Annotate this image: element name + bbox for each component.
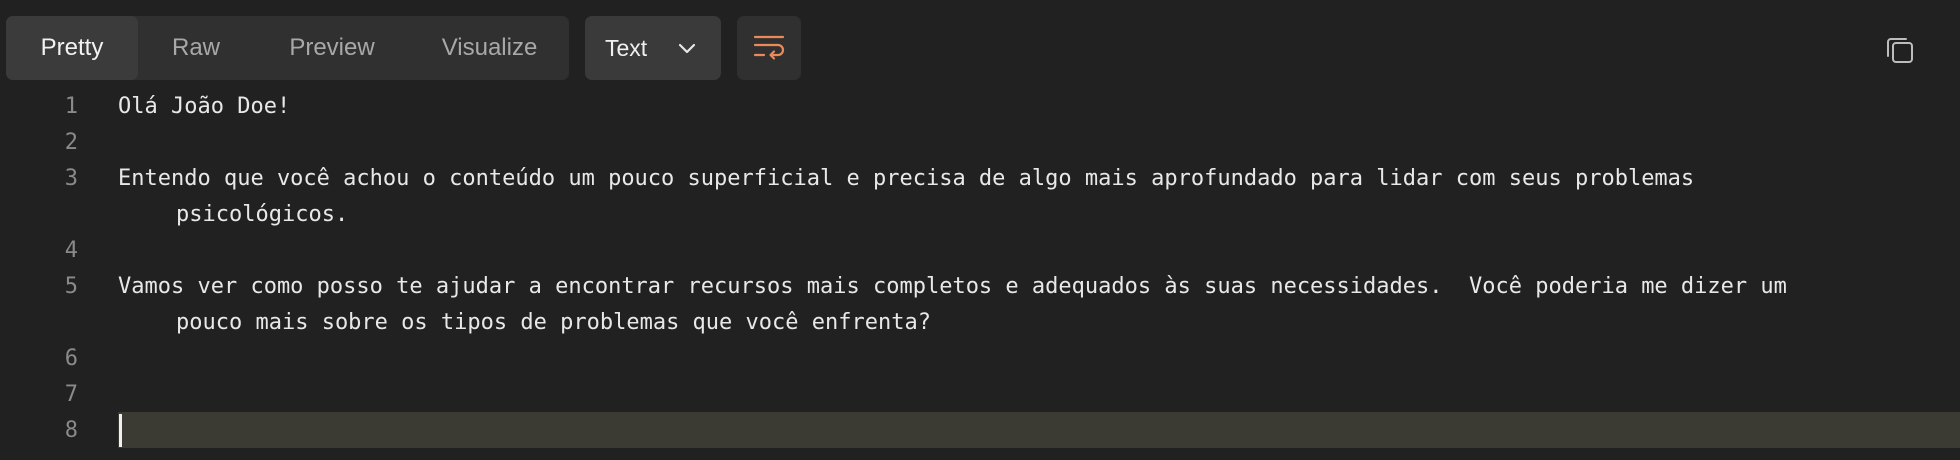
line-number: 4	[64, 238, 78, 263]
line-number: 5	[64, 274, 78, 299]
line-number: 7	[64, 382, 78, 407]
line-number: 2	[64, 130, 78, 155]
line-number: 1	[64, 94, 78, 119]
tab-pretty[interactable]: Pretty	[6, 16, 138, 80]
line-text-wrapped: pouco mais sobre os tipos de problemas q…	[176, 310, 931, 335]
word-wrap-button[interactable]	[737, 16, 801, 80]
chevron-down-icon	[678, 43, 696, 54]
text-cursor	[119, 414, 122, 447]
line-number: 3	[64, 166, 78, 191]
active-line-highlight	[118, 412, 1960, 448]
line-text: Olá João Doe!	[118, 94, 291, 119]
format-dropdown-value: Text	[605, 34, 648, 61]
copy-icon	[1887, 38, 1913, 63]
word-wrap-icon	[753, 35, 785, 60]
response-body-editor[interactable]: 1 Olá João Doe! 2 3 Entendo que você ach…	[0, 89, 1960, 460]
view-mode-tabs: Pretty Raw Preview Visualize	[6, 16, 569, 80]
tab-raw[interactable]: Raw	[138, 16, 254, 80]
tab-preview[interactable]: Preview	[254, 16, 410, 80]
copy-button[interactable]	[1878, 28, 1922, 72]
format-dropdown[interactable]: Text	[585, 16, 721, 80]
response-toolbar: Pretty Raw Preview Visualize Text	[0, 0, 1960, 96]
line-text: Vamos ver como posso te ajudar a encontr…	[118, 274, 1787, 299]
line-text-wrapped: psicológicos.	[176, 202, 349, 227]
line-number: 6	[64, 346, 78, 371]
line-text: Entendo que você achou o conteúdo um pou…	[118, 166, 1695, 191]
tab-visualize[interactable]: Visualize	[410, 16, 569, 80]
line-number: 8	[64, 418, 78, 443]
